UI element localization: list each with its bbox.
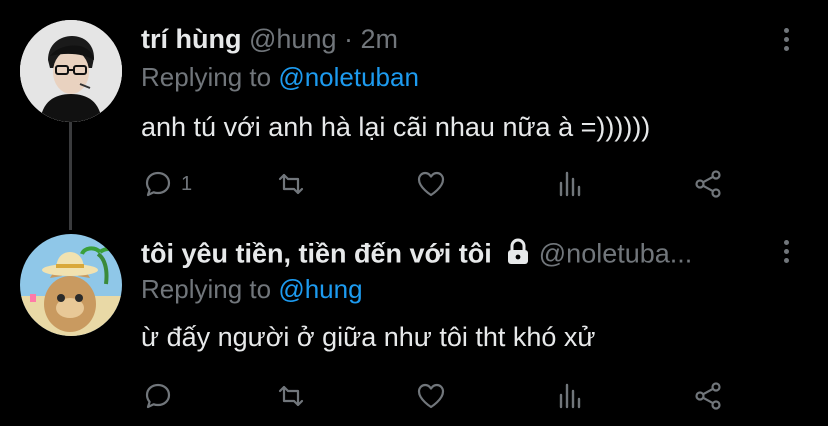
share-button[interactable]	[691, 166, 725, 202]
replying-to-label: Replying to	[141, 274, 272, 304]
reply-icon	[145, 171, 171, 197]
mention-link[interactable]: @hung	[278, 274, 362, 304]
share-button[interactable]	[691, 378, 725, 414]
tweet-1[interactable]: trí hùng @hung · 2m Replying to @noletub…	[0, 0, 828, 230]
more-options-icon[interactable]	[776, 240, 796, 270]
heart-icon	[417, 171, 445, 197]
separator-dot: ·	[344, 24, 353, 54]
tweet-2[interactable]: tôi yêu tiền, tiền đến với tôi @noletuba…	[0, 212, 828, 426]
retweet-icon	[278, 385, 304, 407]
tweet-actions	[141, 378, 741, 414]
mention-link[interactable]: @noletuban	[278, 62, 419, 92]
replying-to-label: Replying to	[141, 62, 272, 92]
replying-to: Replying to @hung	[141, 274, 363, 305]
display-name[interactable]: tôi yêu tiền, tiền đến với tôi	[141, 239, 492, 269]
lock-icon	[505, 238, 531, 273]
retweet-button[interactable]	[274, 378, 308, 414]
reply-icon	[145, 383, 171, 409]
analytics-icon	[559, 383, 581, 409]
retweet-icon	[278, 173, 304, 195]
like-button[interactable]	[414, 166, 448, 202]
replying-to: Replying to @noletuban	[141, 62, 419, 93]
reply-count: 1	[181, 172, 193, 195]
share-icon	[695, 382, 721, 410]
retweet-button[interactable]	[274, 166, 308, 202]
user-handle[interactable]: @hung	[249, 24, 336, 54]
analytics-button[interactable]	[553, 378, 587, 414]
share-icon	[695, 170, 721, 198]
more-options-icon[interactable]	[776, 28, 796, 58]
like-button[interactable]	[414, 378, 448, 414]
analytics-button[interactable]	[553, 166, 587, 202]
tweet-actions: 1	[141, 166, 741, 202]
reply-button[interactable]	[141, 378, 175, 414]
tweet-header: tôi yêu tiền, tiền đến với tôi @noletuba…	[141, 238, 692, 273]
analytics-icon	[559, 171, 581, 197]
avatar-noletuban[interactable]	[20, 234, 122, 336]
avatar-tri-hung[interactable]	[20, 20, 122, 122]
user-handle[interactable]: @noletuba...	[539, 239, 693, 269]
tweet-text: anh tú với anh hà lại cãi nhau nữa à =))…	[141, 112, 651, 142]
reply-button[interactable]: 1	[141, 166, 192, 202]
heart-icon	[417, 383, 445, 409]
tweet-text: ừ đấy người ở giữa như tôi tht khó xử	[141, 322, 596, 352]
tweet-header: trí hùng @hung · 2m	[141, 24, 398, 55]
timestamp[interactable]: 2m	[361, 24, 399, 54]
display-name[interactable]: trí hùng	[141, 24, 241, 54]
